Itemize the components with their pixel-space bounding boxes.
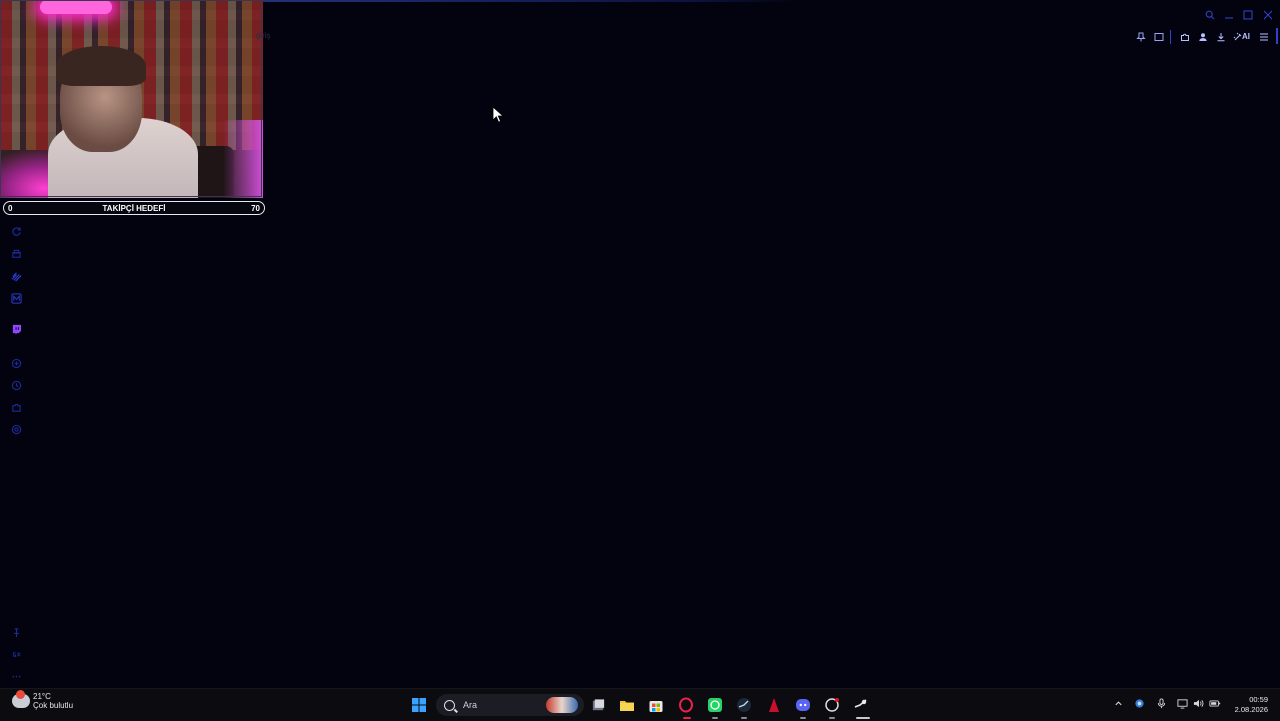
ai-label[interactable]: AI [1242,32,1250,41]
follower-goal-bar: 0 TAKİPÇİ HEDEFİ 70 [3,201,265,215]
running-indicator [683,717,691,719]
active-indicator [856,717,870,719]
steam-app-icon[interactable] [853,697,869,713]
discord-icon[interactable] [795,697,811,713]
steam-icon[interactable] [736,697,752,713]
taskbar-search[interactable]: Ara [436,694,584,716]
mouse-cursor-icon [492,106,504,123]
running-indicator [800,717,806,719]
settings-icon[interactable] [10,423,23,436]
capture-app-icon[interactable] [824,697,840,713]
webcam-overlay [0,0,263,198]
right-edge-accent [1276,28,1278,44]
search-placeholder: Ara [463,700,478,710]
menu-icon[interactable] [1258,31,1270,43]
close-icon[interactable] [1262,9,1274,21]
clock-time: 00:59 [1249,695,1268,704]
weather-widget[interactable]: 21°C Çok bulutlu [12,690,74,710]
maximize-icon[interactable] [1242,9,1254,21]
weather-temperature: 21°C [33,692,51,701]
running-indicator [829,717,835,719]
extension-icon[interactable] [10,401,23,414]
m-logo-icon[interactable] [10,292,23,305]
system-clock[interactable]: 00:59 2.08.2026 [1235,695,1268,715]
battery-icon[interactable] [1209,697,1221,709]
printer-icon[interactable] [10,248,23,261]
opera-gx-icon[interactable] [678,697,694,713]
search-highlight-image [546,697,578,713]
volume-icon[interactable] [1192,697,1204,709]
search-magnifier-icon [444,699,455,711]
top-accent-line [262,0,802,2]
clock-date: 2.08.2026 [1234,705,1268,714]
faint-header-text: giriş [256,31,271,40]
show-hidden-icons-chevron-icon[interactable] [1112,697,1124,709]
task-view-icon[interactable] [590,697,606,713]
taskbar: 21°C Çok bulutlu Ara 00:59 2.08.2026 [0,688,1280,721]
whatsapp-icon[interactable] [707,697,723,713]
add-circle-icon[interactable] [10,357,23,370]
network-icon[interactable] [1176,697,1188,709]
toolbar-separator [1170,30,1171,44]
red-app-icon[interactable] [766,697,782,713]
gx-icon[interactable] [10,648,23,661]
running-indicator [712,717,718,719]
search-icon[interactable] [1204,9,1216,21]
extensions-icon[interactable] [1179,31,1191,43]
pin-tab-icon[interactable] [1135,31,1147,43]
weather-description: Çok bulutlu [33,701,74,710]
refresh-icon[interactable] [10,225,23,238]
minimize-icon[interactable] [1223,9,1235,21]
cloud-icon [12,690,30,708]
twitch-icon[interactable] [10,323,23,336]
app-window: 0 TAKİPÇİ HEDEFİ 70 giriş AI [0,0,1280,688]
profile-icon[interactable] [1197,31,1209,43]
running-indicator [741,717,747,719]
goal-title: TAKİPÇİ HEDEFİ [102,203,166,213]
snapshot-icon[interactable] [1153,31,1165,43]
download-icon[interactable] [1215,31,1227,43]
clock-icon[interactable] [10,379,23,392]
pin-icon[interactable] [10,626,23,639]
file-explorer-icon[interactable] [619,697,635,713]
onedrive-icon[interactable] [1133,697,1145,709]
more-icon[interactable] [10,670,23,683]
layers-icon[interactable] [10,270,23,283]
store-icon[interactable] [648,697,664,713]
microphone-icon[interactable] [1155,697,1167,709]
windows-start-icon[interactable] [411,697,427,713]
webcam-border [0,0,262,197]
